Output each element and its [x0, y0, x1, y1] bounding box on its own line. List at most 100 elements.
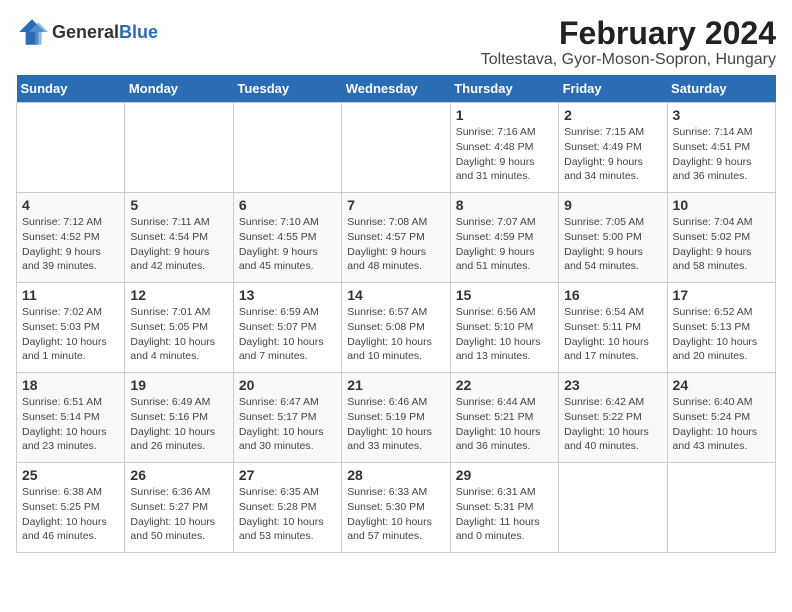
calendar-cell: 15 Sunrise: 6:56 AM Sunset: 5:10 PM Dayli…: [450, 283, 558, 373]
cell-daylight-info: Sunrise: 7:01 AM Sunset: 5:05 PM Dayligh…: [130, 305, 227, 364]
logo: GeneralBlue: [16, 16, 158, 48]
cell-daylight-info: Sunrise: 6:33 AM Sunset: 5:30 PM Dayligh…: [347, 485, 444, 544]
calendar-cell: 3 Sunrise: 7:14 AM Sunset: 4:51 PM Daylig…: [667, 103, 775, 193]
calendar-day-header: Tuesday: [233, 75, 341, 103]
cell-daylight-info: Sunrise: 6:42 AM Sunset: 5:22 PM Dayligh…: [564, 395, 661, 454]
calendar-cell: 23 Sunrise: 6:42 AM Sunset: 5:22 PM Dayli…: [559, 373, 667, 463]
cell-date-number: 10: [673, 197, 770, 213]
calendar-cell: 11 Sunrise: 7:02 AM Sunset: 5:03 PM Dayli…: [17, 283, 125, 373]
cell-daylight-info: Sunrise: 6:56 AM Sunset: 5:10 PM Dayligh…: [456, 305, 553, 364]
cell-date-number: 8: [456, 197, 553, 213]
calendar-cell: 12Sunrise: 7:01 AM Sunset: 5:05 PM Dayli…: [125, 283, 233, 373]
cell-daylight-info: Sunrise: 6:38 AM Sunset: 5:25 PM Dayligh…: [22, 485, 119, 544]
cell-daylight-info: Sunrise: 6:52 AM Sunset: 5:13 PM Dayligh…: [673, 305, 770, 364]
cell-date-number: 29: [456, 467, 553, 483]
calendar-cell: 27Sunrise: 6:35 AM Sunset: 5:28 PM Dayli…: [233, 463, 341, 553]
calendar-header-row: SundayMondayTuesdayWednesdayThursdayFrid…: [17, 75, 776, 103]
cell-date-number: 15: [456, 287, 553, 303]
cell-daylight-info: Sunrise: 7:14 AM Sunset: 4:51 PM Dayligh…: [673, 125, 770, 184]
cell-date-number: 16: [564, 287, 661, 303]
calendar-cell: 14 Sunrise: 6:57 AM Sunset: 5:08 PM Dayli…: [342, 283, 450, 373]
calendar-cell: 19 Sunrise: 6:49 AM Sunset: 5:16 PM Dayli…: [125, 373, 233, 463]
cell-daylight-info: Sunrise: 6:54 AM Sunset: 5:11 PM Dayligh…: [564, 305, 661, 364]
cell-date-number: 11: [22, 287, 119, 303]
cell-daylight-info: Sunrise: 6:36 AM Sunset: 5:27 PM Dayligh…: [130, 485, 227, 544]
cell-date-number: 24: [673, 377, 770, 393]
calendar-cell: 25 Sunrise: 6:38 AM Sunset: 5:25 PM Dayli…: [17, 463, 125, 553]
cell-daylight-info: Sunrise: 7:15 AM Sunset: 4:49 PM Dayligh…: [564, 125, 661, 184]
calendar-cell: 2 Sunrise: 7:15 AM Sunset: 4:49 PM Daylig…: [559, 103, 667, 193]
cell-date-number: 21: [347, 377, 444, 393]
cell-date-number: 20: [239, 377, 336, 393]
cell-date-number: 1: [456, 107, 553, 123]
calendar-cell: 29 Sunrise: 6:31 AM Sunset: 5:31 PM Dayli…: [450, 463, 558, 553]
logo-icon: [16, 16, 48, 48]
cell-date-number: 6: [239, 197, 336, 213]
cell-date-number: 22: [456, 377, 553, 393]
calendar-table: SundayMondayTuesdayWednesdayThursdayFrid…: [16, 75, 776, 553]
cell-date-number: 2: [564, 107, 661, 123]
calendar-cell: 8 Sunrise: 7:07 AM Sunset: 4:59 PM Daylig…: [450, 193, 558, 283]
calendar-cell: 17Sunrise: 6:52 AM Sunset: 5:13 PM Dayli…: [667, 283, 775, 373]
cell-daylight-info: Sunrise: 6:57 AM Sunset: 5:08 PM Dayligh…: [347, 305, 444, 364]
calendar-cell: [125, 103, 233, 193]
page-subtitle: Toltestava, Gyor-Moson-Sopron, Hungary: [481, 51, 776, 69]
cell-date-number: 19: [130, 377, 227, 393]
calendar-week-row: 25 Sunrise: 6:38 AM Sunset: 5:25 PM Dayli…: [17, 463, 776, 553]
cell-daylight-info: Sunrise: 7:12 AM Sunset: 4:52 PM Dayligh…: [22, 215, 119, 274]
cell-date-number: 18: [22, 377, 119, 393]
calendar-cell: [667, 463, 775, 553]
cell-daylight-info: Sunrise: 6:46 AM Sunset: 5:19 PM Dayligh…: [347, 395, 444, 454]
cell-date-number: 14: [347, 287, 444, 303]
cell-daylight-info: Sunrise: 7:08 AM Sunset: 4:57 PM Dayligh…: [347, 215, 444, 274]
cell-daylight-info: Sunrise: 6:44 AM Sunset: 5:21 PM Dayligh…: [456, 395, 553, 454]
cell-daylight-info: Sunrise: 6:51 AM Sunset: 5:14 PM Dayligh…: [22, 395, 119, 454]
title-area: February 2024 Toltestava, Gyor-Moson-Sop…: [481, 16, 776, 69]
cell-daylight-info: Sunrise: 6:47 AM Sunset: 5:17 PM Dayligh…: [239, 395, 336, 454]
calendar-cell: 24 Sunrise: 6:40 AM Sunset: 5:24 PM Dayli…: [667, 373, 775, 463]
calendar-cell: 5 Sunrise: 7:11 AM Sunset: 4:54 PM Daylig…: [125, 193, 233, 283]
page-header: GeneralBlue February 2024 Toltestava, Gy…: [16, 16, 776, 69]
cell-date-number: 4: [22, 197, 119, 213]
cell-daylight-info: Sunrise: 7:04 AM Sunset: 5:02 PM Dayligh…: [673, 215, 770, 274]
calendar-cell: 13Sunrise: 6:59 AM Sunset: 5:07 PM Dayli…: [233, 283, 341, 373]
calendar-cell: 16 Sunrise: 6:54 AM Sunset: 5:11 PM Dayli…: [559, 283, 667, 373]
calendar-week-row: 1 Sunrise: 7:16 AM Sunset: 4:48 PM Daylig…: [17, 103, 776, 193]
cell-daylight-info: Sunrise: 7:11 AM Sunset: 4:54 PM Dayligh…: [130, 215, 227, 274]
calendar-week-row: 4 Sunrise: 7:12 AM Sunset: 4:52 PM Daylig…: [17, 193, 776, 283]
calendar-cell: 7Sunrise: 7:08 AM Sunset: 4:57 PM Daylig…: [342, 193, 450, 283]
cell-date-number: 3: [673, 107, 770, 123]
cell-daylight-info: Sunrise: 6:49 AM Sunset: 5:16 PM Dayligh…: [130, 395, 227, 454]
calendar-cell: 28Sunrise: 6:33 AM Sunset: 5:30 PM Dayli…: [342, 463, 450, 553]
cell-daylight-info: Sunrise: 7:16 AM Sunset: 4:48 PM Dayligh…: [456, 125, 553, 184]
calendar-day-header: Thursday: [450, 75, 558, 103]
cell-daylight-info: Sunrise: 7:02 AM Sunset: 5:03 PM Dayligh…: [22, 305, 119, 364]
logo-general-text: GeneralBlue: [52, 22, 158, 43]
cell-daylight-info: Sunrise: 6:40 AM Sunset: 5:24 PM Dayligh…: [673, 395, 770, 454]
cell-date-number: 13: [239, 287, 336, 303]
calendar-cell: 1 Sunrise: 7:16 AM Sunset: 4:48 PM Daylig…: [450, 103, 558, 193]
calendar-cell: 20 Sunrise: 6:47 AM Sunset: 5:17 PM Dayli…: [233, 373, 341, 463]
calendar-day-header: Wednesday: [342, 75, 450, 103]
cell-date-number: 5: [130, 197, 227, 213]
cell-daylight-info: Sunrise: 6:31 AM Sunset: 5:31 PM Dayligh…: [456, 485, 553, 544]
calendar-day-header: Sunday: [17, 75, 125, 103]
calendar-cell: [233, 103, 341, 193]
calendar-cell: 6Sunrise: 7:10 AM Sunset: 4:55 PM Daylig…: [233, 193, 341, 283]
calendar-week-row: 18 Sunrise: 6:51 AM Sunset: 5:14 PM Dayli…: [17, 373, 776, 463]
calendar-cell: 10 Sunrise: 7:04 AM Sunset: 5:02 PM Dayli…: [667, 193, 775, 283]
calendar-week-row: 11 Sunrise: 7:02 AM Sunset: 5:03 PM Dayli…: [17, 283, 776, 373]
calendar-cell: 26Sunrise: 6:36 AM Sunset: 5:27 PM Dayli…: [125, 463, 233, 553]
cell-daylight-info: Sunrise: 7:07 AM Sunset: 4:59 PM Dayligh…: [456, 215, 553, 274]
calendar-cell: 22 Sunrise: 6:44 AM Sunset: 5:21 PM Dayli…: [450, 373, 558, 463]
page-title: February 2024: [481, 16, 776, 51]
calendar-cell: [559, 463, 667, 553]
cell-date-number: 23: [564, 377, 661, 393]
cell-daylight-info: Sunrise: 7:05 AM Sunset: 5:00 PM Dayligh…: [564, 215, 661, 274]
cell-daylight-info: Sunrise: 6:35 AM Sunset: 5:28 PM Dayligh…: [239, 485, 336, 544]
calendar-day-header: Friday: [559, 75, 667, 103]
cell-date-number: 9: [564, 197, 661, 213]
calendar-cell: 18 Sunrise: 6:51 AM Sunset: 5:14 PM Dayli…: [17, 373, 125, 463]
calendar-day-header: Monday: [125, 75, 233, 103]
cell-date-number: 25: [22, 467, 119, 483]
